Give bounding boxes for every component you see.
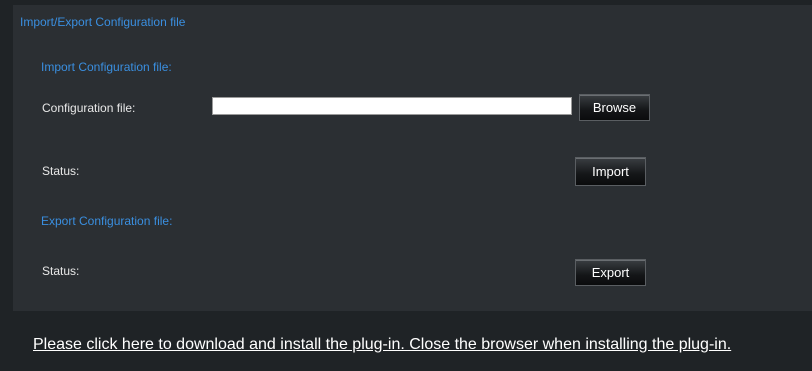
import-button[interactable]: Import — [575, 157, 646, 186]
config-file-label: Configuration file: — [42, 101, 136, 115]
export-button[interactable]: Export — [575, 259, 646, 286]
import-status-label: Status: — [42, 164, 80, 178]
import-section-title: Import Configuration file: — [41, 60, 172, 74]
config-panel: Import/Export Configuration file Import … — [13, 5, 812, 311]
export-section-title: Export Configuration file: — [41, 214, 173, 228]
browse-button[interactable]: Browse — [579, 94, 650, 121]
config-file-input[interactable] — [212, 97, 572, 115]
plugin-download-link[interactable]: Please click here to download and instal… — [33, 336, 731, 354]
panel-title: Import/Export Configuration file — [20, 15, 186, 29]
export-status-label: Status: — [42, 264, 80, 278]
